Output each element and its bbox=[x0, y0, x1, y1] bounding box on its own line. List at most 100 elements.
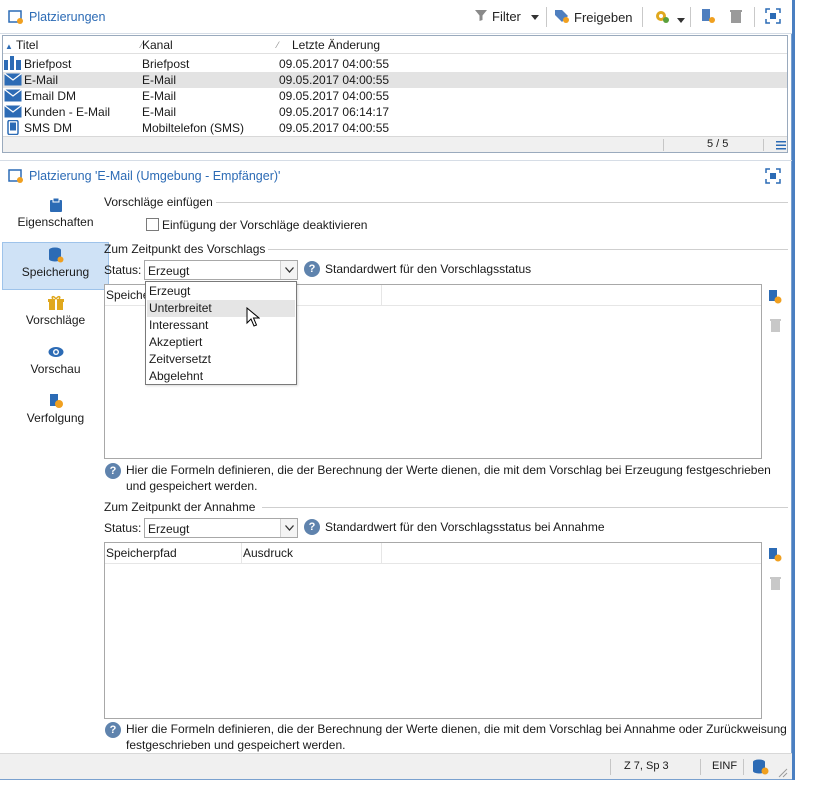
acceptance-status-select[interactable]: Erzeugt bbox=[144, 518, 298, 538]
menu-lines-icon[interactable] bbox=[776, 139, 786, 153]
dropdown-option[interactable]: Interessant bbox=[147, 317, 295, 334]
help-icon[interactable]: ? bbox=[304, 261, 320, 277]
trash-icon[interactable] bbox=[769, 318, 782, 335]
help-icon[interactable]: ? bbox=[105, 463, 121, 479]
column-title[interactable]: ▲ Titel bbox=[5, 38, 38, 52]
proposal-status-select[interactable]: Erzeugt bbox=[144, 260, 298, 280]
toolbar-separator bbox=[754, 7, 755, 27]
table-row[interactable]: Kunden - E-Mail E-Mail 09.05.2017 06:14:… bbox=[3, 104, 787, 120]
detail-title-bar: Platzierung 'E-Mail (Umgebung - Empfänge… bbox=[0, 160, 792, 190]
section-divider bbox=[262, 507, 788, 508]
acceptance-status-value: Erzeugt bbox=[148, 522, 190, 536]
acceptance-status-help: Standardwert für den Vorschlagsstatus be… bbox=[325, 520, 605, 534]
chevron-down-icon[interactable] bbox=[677, 13, 685, 27]
row-modified: 09.05.2017 04:00:55 bbox=[279, 121, 390, 135]
dropdown-option[interactable]: Zeitversetzt bbox=[147, 351, 295, 368]
actions-button[interactable] bbox=[654, 8, 670, 27]
funnel-icon bbox=[474, 8, 488, 25]
detail-title: Platzierung 'E-Mail (Umgebung - Empfänge… bbox=[29, 169, 281, 183]
row-channel: Mobiltelefon (SMS) bbox=[142, 121, 245, 135]
toolbar-separator bbox=[642, 7, 643, 27]
gift-icon bbox=[47, 295, 64, 311]
row-title: E-Mail bbox=[24, 73, 59, 87]
envelope-icon bbox=[4, 89, 22, 105]
trash-icon[interactable] bbox=[769, 576, 782, 593]
add-row-icon[interactable] bbox=[768, 548, 782, 565]
dropdown-option[interactable]: Erzeugt bbox=[147, 283, 295, 300]
table-row[interactable]: SMS DM Mobiltelefon (SMS) 09.05.2017 04:… bbox=[3, 119, 787, 136]
row-modified: 09.05.2017 04:00:55 bbox=[279, 57, 390, 71]
cursor-position: Z 7, Sp 3 bbox=[624, 760, 669, 772]
table-row[interactable]: Briefpost Briefpost 09.05.2017 04:00:55 bbox=[3, 56, 787, 72]
row-channel: E-Mail bbox=[142, 89, 177, 103]
help-icon[interactable]: ? bbox=[304, 519, 320, 535]
database-status-icon[interactable] bbox=[752, 758, 770, 779]
clipboard-icon bbox=[48, 197, 64, 213]
row-modified: 09.05.2017 04:00:55 bbox=[279, 89, 390, 103]
grid-footer: 5 / 5 bbox=[3, 136, 787, 152]
row-channel: E-Mail bbox=[142, 73, 177, 87]
list-toolbar: Platzierungen Filter Freigeben bbox=[0, 0, 792, 34]
nav-item-eigenschaften[interactable]: Eigenschaften bbox=[2, 193, 109, 241]
row-modified: 09.05.2017 04:00:55 bbox=[279, 73, 390, 87]
nav-label: Verfolgung bbox=[26, 411, 85, 425]
table-header-divider bbox=[105, 563, 761, 564]
row-channel: Briefpost bbox=[142, 57, 190, 71]
proposal-status-label: Status: bbox=[104, 263, 142, 277]
mouse-cursor-icon bbox=[246, 306, 261, 330]
placement-icon bbox=[8, 168, 24, 187]
disable-proposals-checkbox[interactable] bbox=[146, 218, 159, 231]
section-divider bbox=[216, 202, 788, 203]
dropdown-option[interactable]: Abgelehnt bbox=[147, 368, 295, 385]
nav-item-vorschlaege[interactable]: Vorschläge bbox=[2, 291, 109, 339]
column-modified[interactable]: Letzte Änderung bbox=[292, 38, 380, 52]
dropdown-option[interactable]: Unterbreitet bbox=[147, 300, 295, 317]
maximize-icon[interactable] bbox=[765, 8, 781, 27]
release-label: Freigeben bbox=[574, 10, 633, 25]
add-row-icon[interactable] bbox=[768, 290, 782, 307]
chevron-down-icon[interactable] bbox=[280, 519, 297, 537]
placements-grid: ▲ Titel ⁄ Kanal ⁄ Letzte Änderung Briefp… bbox=[2, 35, 788, 153]
status-separator bbox=[743, 759, 744, 775]
resize-grip-icon[interactable] bbox=[778, 768, 788, 781]
nav-label: Eigenschaften bbox=[17, 215, 94, 229]
table-row[interactable]: Email DM E-Mail 09.05.2017 04:00:55 bbox=[3, 88, 787, 104]
database-icon bbox=[48, 247, 64, 263]
nav-label: Vorschau bbox=[30, 362, 81, 376]
column-expression[interactable]: Ausdruck bbox=[243, 543, 293, 563]
column-channel[interactable]: Kanal bbox=[142, 38, 173, 52]
new-item-icon[interactable] bbox=[700, 8, 716, 27]
filter-button[interactable]: Filter bbox=[474, 8, 539, 25]
table-row[interactable]: E-Mail E-Mail 09.05.2017 04:00:55 bbox=[3, 72, 787, 88]
column-divider bbox=[381, 285, 382, 305]
list-title: Platzierungen bbox=[29, 10, 106, 24]
placement-icon bbox=[8, 9, 24, 28]
maximize-icon[interactable] bbox=[765, 168, 781, 187]
grid-header: ▲ Titel ⁄ Kanal ⁄ Letzte Änderung bbox=[3, 36, 787, 54]
row-title: SMS DM bbox=[24, 121, 72, 135]
nav-label: Speicherung bbox=[21, 265, 90, 279]
envelope-icon bbox=[4, 105, 22, 121]
help-icon[interactable]: ? bbox=[105, 722, 121, 738]
column-storage-path[interactable]: Speicherpfad bbox=[106, 543, 177, 563]
chevron-down-icon[interactable] bbox=[280, 261, 297, 279]
row-title: Briefpost bbox=[24, 57, 72, 71]
dropdown-option[interactable]: Akzeptiert bbox=[147, 334, 295, 351]
eye-icon bbox=[48, 344, 64, 360]
nav-item-verfolgung[interactable]: Verfolgung bbox=[2, 389, 109, 437]
trash-icon[interactable] bbox=[728, 8, 744, 27]
tracking-icon bbox=[48, 393, 64, 409]
status-separator bbox=[610, 759, 611, 775]
window-edge bbox=[792, 0, 795, 780]
status-dropdown-list: Erzeugt Unterbreitet Interessant Akzepti… bbox=[145, 281, 297, 385]
tag-release-icon bbox=[554, 8, 570, 27]
nav-item-vorschau[interactable]: Vorschau bbox=[2, 340, 109, 388]
row-title: Kunden - E-Mail bbox=[24, 105, 111, 119]
chevron-down-icon bbox=[530, 9, 539, 24]
row-title: Email DM bbox=[24, 89, 77, 103]
pagination-label: 5 / 5 bbox=[707, 138, 729, 150]
toolbar-separator bbox=[690, 7, 691, 27]
footer-separator bbox=[763, 139, 764, 151]
release-button[interactable]: Freigeben bbox=[554, 8, 633, 27]
nav-item-speicherung[interactable]: Speicherung bbox=[2, 242, 109, 290]
